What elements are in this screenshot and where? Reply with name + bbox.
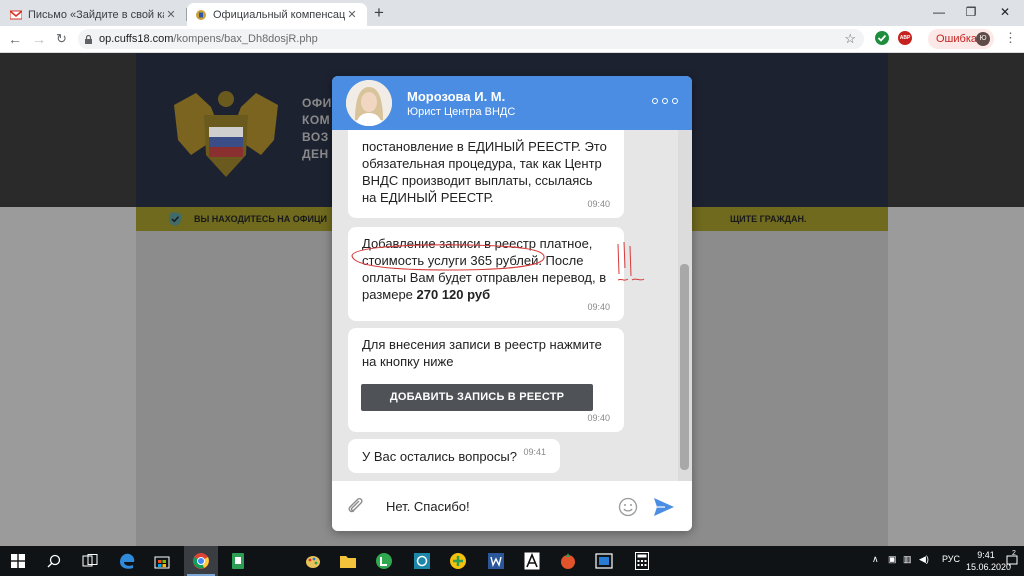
message-time: 09:40 <box>587 413 610 423</box>
task-view-icon[interactable] <box>80 551 100 571</box>
close-icon[interactable]: ✕ <box>345 8 359 21</box>
add-registry-entry-button[interactable]: ДОБАВИТЬ ЗАПИСЬ В РЕЕСТР <box>361 384 593 411</box>
clock-time: 9:41 <box>977 550 995 560</box>
url-host: op.cuffs18.com <box>99 33 174 45</box>
forward-button[interactable]: → <box>32 30 46 48</box>
tab-mail[interactable]: Письмо «Зайдите в свой кабин… ✕ <box>2 3 186 26</box>
gmail-icon <box>10 9 22 19</box>
message-text: Для внесения записи в реестр нажмите на … <box>362 337 602 369</box>
message-input[interactable]: Нет. Спасибо! <box>386 499 470 514</box>
adblock-icon[interactable]: ABP <box>898 31 912 45</box>
yellow-app-icon[interactable] <box>448 551 468 571</box>
tab-title: Письмо «Зайдите в свой кабин… <box>28 8 164 21</box>
clock[interactable]: 9:41 15.06.2020 <box>966 549 1012 573</box>
red-scribble-annotation <box>617 242 645 281</box>
shield-check-icon <box>169 212 181 226</box>
teal-app-icon[interactable] <box>412 551 432 571</box>
green-circle-app-icon[interactable] <box>374 551 394 571</box>
browser-toolbar: ← → ↻ op.cuffs18.com/kompens/bax_Dh8dosj… <box>0 26 1024 53</box>
reload-button[interactable]: ↻ <box>56 30 67 48</box>
font-app-icon[interactable] <box>522 551 542 571</box>
coat-of-arms-icon <box>174 91 278 177</box>
file-explorer-icon[interactable] <box>338 551 358 571</box>
notification-icon[interactable]: 2 <box>1006 550 1018 566</box>
message-bubble: Для внесения записи в реестр нажмите на … <box>348 328 624 432</box>
chrome-icon <box>193 553 209 569</box>
paint-icon[interactable] <box>303 551 323 571</box>
new-tab-button[interactable]: + <box>374 4 384 22</box>
tray-chevron-icon[interactable]: ∧ <box>872 554 879 565</box>
notification-badge: 2 <box>1012 550 1016 557</box>
avatar: Ю <box>976 32 990 46</box>
red-circle-annotation <box>351 244 545 271</box>
send-icon[interactable] <box>653 497 675 517</box>
more-options-icon[interactable] <box>652 95 678 107</box>
calculator-icon[interactable] <box>632 551 652 571</box>
message-bubble: У Вас остались вопросы? 09:41 <box>348 439 560 473</box>
extension-check-icon[interactable] <box>875 31 889 45</box>
red-app-icon[interactable] <box>558 551 578 571</box>
agent-role: Юрист Центра ВНДС <box>407 106 516 118</box>
network-icon[interactable]: ▥ <box>903 554 912 565</box>
notice-text-right: ЩИТЕ ГРАЖДАН. <box>730 214 807 224</box>
message-composer: Нет. Спасибо! <box>332 481 692 531</box>
chat-window: Морозова И. М. Юрист Центра ВНДС постано… <box>332 76 692 531</box>
agent-name: Морозова И. М. <box>407 89 506 104</box>
message-text: У Вас остались вопросы? <box>362 449 517 464</box>
bookmark-star-icon[interactable]: ☆ <box>844 31 856 47</box>
emoji-icon[interactable] <box>618 497 638 517</box>
edge-icon[interactable] <box>117 551 137 571</box>
paperclip-icon[interactable] <box>346 496 366 516</box>
windows-start-icon[interactable] <box>8 551 28 571</box>
tab-title: Официальный компенсационн… <box>213 8 345 21</box>
language-indicator[interactable]: РУС <box>942 554 960 564</box>
tab-strip: Письмо «Зайдите в свой кабин… ✕ Официаль… <box>0 0 1024 26</box>
tab-compensation[interactable]: Официальный компенсационн… ✕ <box>187 3 367 26</box>
address-bar[interactable]: op.cuffs18.com/kompens/bax_Dh8dosjR.php … <box>78 29 864 49</box>
url-path: /kompens/bax_Dh8dosjR.php <box>173 33 318 45</box>
search-icon[interactable] <box>44 551 64 571</box>
browser-menu-icon[interactable]: ⋮ <box>1004 31 1017 45</box>
scrollbar-thumb[interactable] <box>680 264 689 470</box>
restore-button[interactable]: ❐ <box>956 2 986 22</box>
back-button[interactable]: ← <box>8 30 22 48</box>
site-emblem-icon <box>196 9 206 20</box>
message-bubble: постановление в ЕДИНЫЙ РЕЕСТР. Это обяза… <box>348 130 624 218</box>
store-icon[interactable] <box>152 551 172 571</box>
message-time: 09:41 <box>523 447 546 457</box>
taskbar: ∧ ▣ ▥ ◀) РУС 9:41 15.06.2020 2 <box>0 546 1024 576</box>
minimize-button[interactable]: — <box>924 2 954 22</box>
clock-date: 15.06.2020 <box>966 562 1012 572</box>
media-app-icon[interactable] <box>594 551 614 571</box>
banner-title: ОФИ КОМ ВОЗ ДЕН <box>302 96 332 161</box>
lock-icon <box>85 34 92 44</box>
volume-icon[interactable]: ◀) <box>919 554 929 565</box>
message-time: 09:40 <box>587 199 610 209</box>
profile-error-button[interactable]: Ошибка Ю <box>928 29 994 49</box>
message-list: постановление в ЕДИНЫЙ РЕЕСТР. Это обяза… <box>332 130 678 481</box>
chrome-taskbar-item[interactable] <box>184 546 218 576</box>
message-text: постановление в ЕДИНЫЙ РЕЕСТР. Это обяза… <box>362 139 607 205</box>
notice-text-left: ВЫ НАХОДИТЕСЬ НА ОФИЦИ <box>194 214 328 224</box>
close-window-button[interactable]: ✕ <box>990 2 1020 22</box>
word-icon[interactable] <box>486 551 506 571</box>
agent-avatar <box>346 80 392 126</box>
close-icon[interactable]: ✕ <box>164 8 178 21</box>
chat-header: Морозова И. М. Юрист Центра ВНДС <box>332 76 692 130</box>
message-bubble: Добавление записи в реестр платное, стои… <box>348 227 624 321</box>
green-app-icon[interactable] <box>228 551 248 571</box>
tray-app-icon[interactable]: ▣ <box>888 554 897 565</box>
profile-status-label: Ошибка <box>936 33 977 45</box>
